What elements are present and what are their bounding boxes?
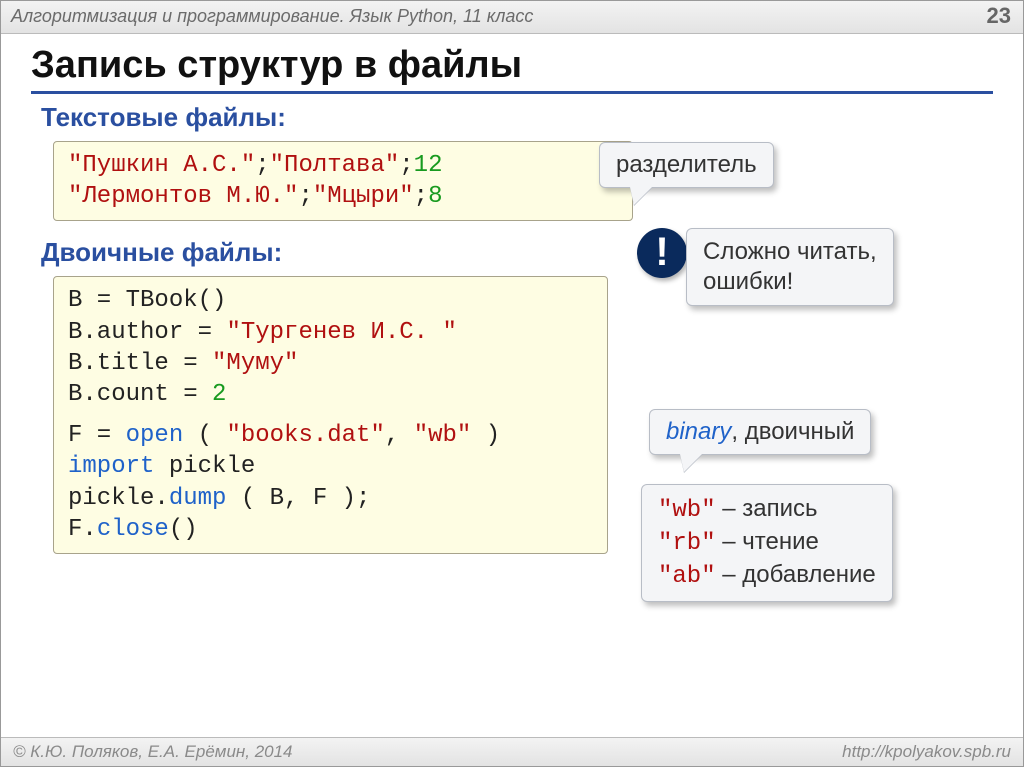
code-token: B.title = (68, 350, 212, 377)
mode-line: "ab" – добавление (658, 559, 876, 592)
code-line: pickle.dump ( B, F ); (68, 483, 593, 514)
mode-desc: – чтение (716, 528, 819, 555)
code-token: close (97, 516, 169, 543)
mode-line: "rb" – чтение (658, 526, 876, 559)
code-token: ( (183, 422, 226, 449)
code-token: 8 (428, 183, 442, 210)
binary-file-example: B = TBook() B.author = "Тургенев И.С. " … (53, 276, 608, 554)
code-token: F. (68, 516, 97, 543)
code-token: "Пушкин А.С." (68, 152, 255, 179)
code-token: ) (471, 422, 500, 449)
lecture-title: Алгоритмизация и программирование. Язык … (11, 6, 533, 27)
code-line: import pickle (68, 451, 593, 482)
code-token: "Муму" (212, 350, 298, 377)
code-token: ; (399, 152, 413, 179)
code-token: , (385, 422, 414, 449)
callout-tail-icon (680, 454, 702, 472)
section-text-files: Текстовые файлы: (41, 102, 993, 133)
alert-icon: ! (637, 228, 687, 278)
code-token: pickle. (68, 485, 169, 512)
mode-desc: – запись (716, 495, 818, 522)
code-token: "Тургенев И.С. " (226, 319, 456, 346)
source-url: http://kpolyakov.spb.ru (842, 742, 1011, 762)
code-token: "wb" (414, 422, 472, 449)
code-token: ; (255, 152, 269, 179)
code-token: "Мцыри" (313, 183, 414, 210)
slide: Алгоритмизация и программирование. Язык … (0, 0, 1024, 767)
code-line: B.count = 2 (68, 379, 593, 410)
callout-warning: Сложно читать, ошибки! (686, 228, 894, 306)
code-line: "Пушкин А.С.";"Полтава";12 (68, 150, 618, 181)
mode-desc: – добавление (716, 561, 876, 588)
page-number: 23 (987, 3, 1011, 29)
footer: © К.Ю. Поляков, Е.А. Ерёмин, 2014 http:/… (1, 737, 1023, 766)
callout-text: Сложно читать, (703, 237, 877, 267)
mode-code: "wb" (658, 497, 716, 524)
callout-delimiter: разделитель (599, 142, 774, 188)
callout-file-modes: "wb" – запись "rb" – чтение "ab" – добав… (641, 484, 893, 602)
code-token: 2 (212, 381, 226, 408)
title-rule (31, 91, 993, 94)
page-title: Запись структур в файлы (31, 44, 993, 87)
callout-text: разделитель (616, 151, 757, 178)
copyright: © К.Ю. Поляков, Е.А. Ерёмин, 2014 (13, 742, 293, 762)
mode-code: "ab" (658, 563, 716, 590)
callout-text: ошибки! (703, 267, 877, 297)
code-token: ; (414, 183, 428, 210)
blank-line (68, 410, 593, 420)
code-token: open (126, 422, 184, 449)
code-token: F = (68, 422, 126, 449)
mode-code: "rb" (658, 530, 716, 557)
code-token: "books.dat" (226, 422, 384, 449)
code-token: B.count = (68, 381, 212, 408)
code-line: F = open ( "books.dat", "wb" ) (68, 420, 593, 451)
code-line: "Лермонтов М.Ю.";"Мцыри";8 (68, 181, 618, 212)
code-token: dump (169, 485, 227, 512)
callout-tail-icon (630, 187, 652, 205)
code-token: () (169, 516, 198, 543)
callout-binary: binary, двоичный (649, 409, 871, 455)
callout-text: , двоичный (731, 418, 854, 445)
code-token: import (68, 453, 154, 480)
code-line: F.close() (68, 514, 593, 545)
code-token: ( B, F ); (226, 485, 370, 512)
code-token: B.author = (68, 319, 226, 346)
content-area: Запись структур в файлы Текстовые файлы:… (1, 34, 1023, 564)
code-token: 12 (414, 152, 443, 179)
text-file-example: "Пушкин А.С.";"Полтава";12 "Лермонтов М.… (53, 141, 633, 221)
code-token: "Лермонтов М.Ю." (68, 183, 298, 210)
top-bar: Алгоритмизация и программирование. Язык … (1, 1, 1023, 34)
mode-line: "wb" – запись (658, 493, 876, 526)
code-token: pickle (154, 453, 255, 480)
code-line: B.title = "Муму" (68, 348, 593, 379)
callout-text: binary (666, 418, 731, 445)
code-line: B = TBook() (68, 285, 593, 316)
code-token: ; (298, 183, 312, 210)
code-line: B.author = "Тургенев И.С. " (68, 317, 593, 348)
code-token: "Полтава" (270, 152, 400, 179)
